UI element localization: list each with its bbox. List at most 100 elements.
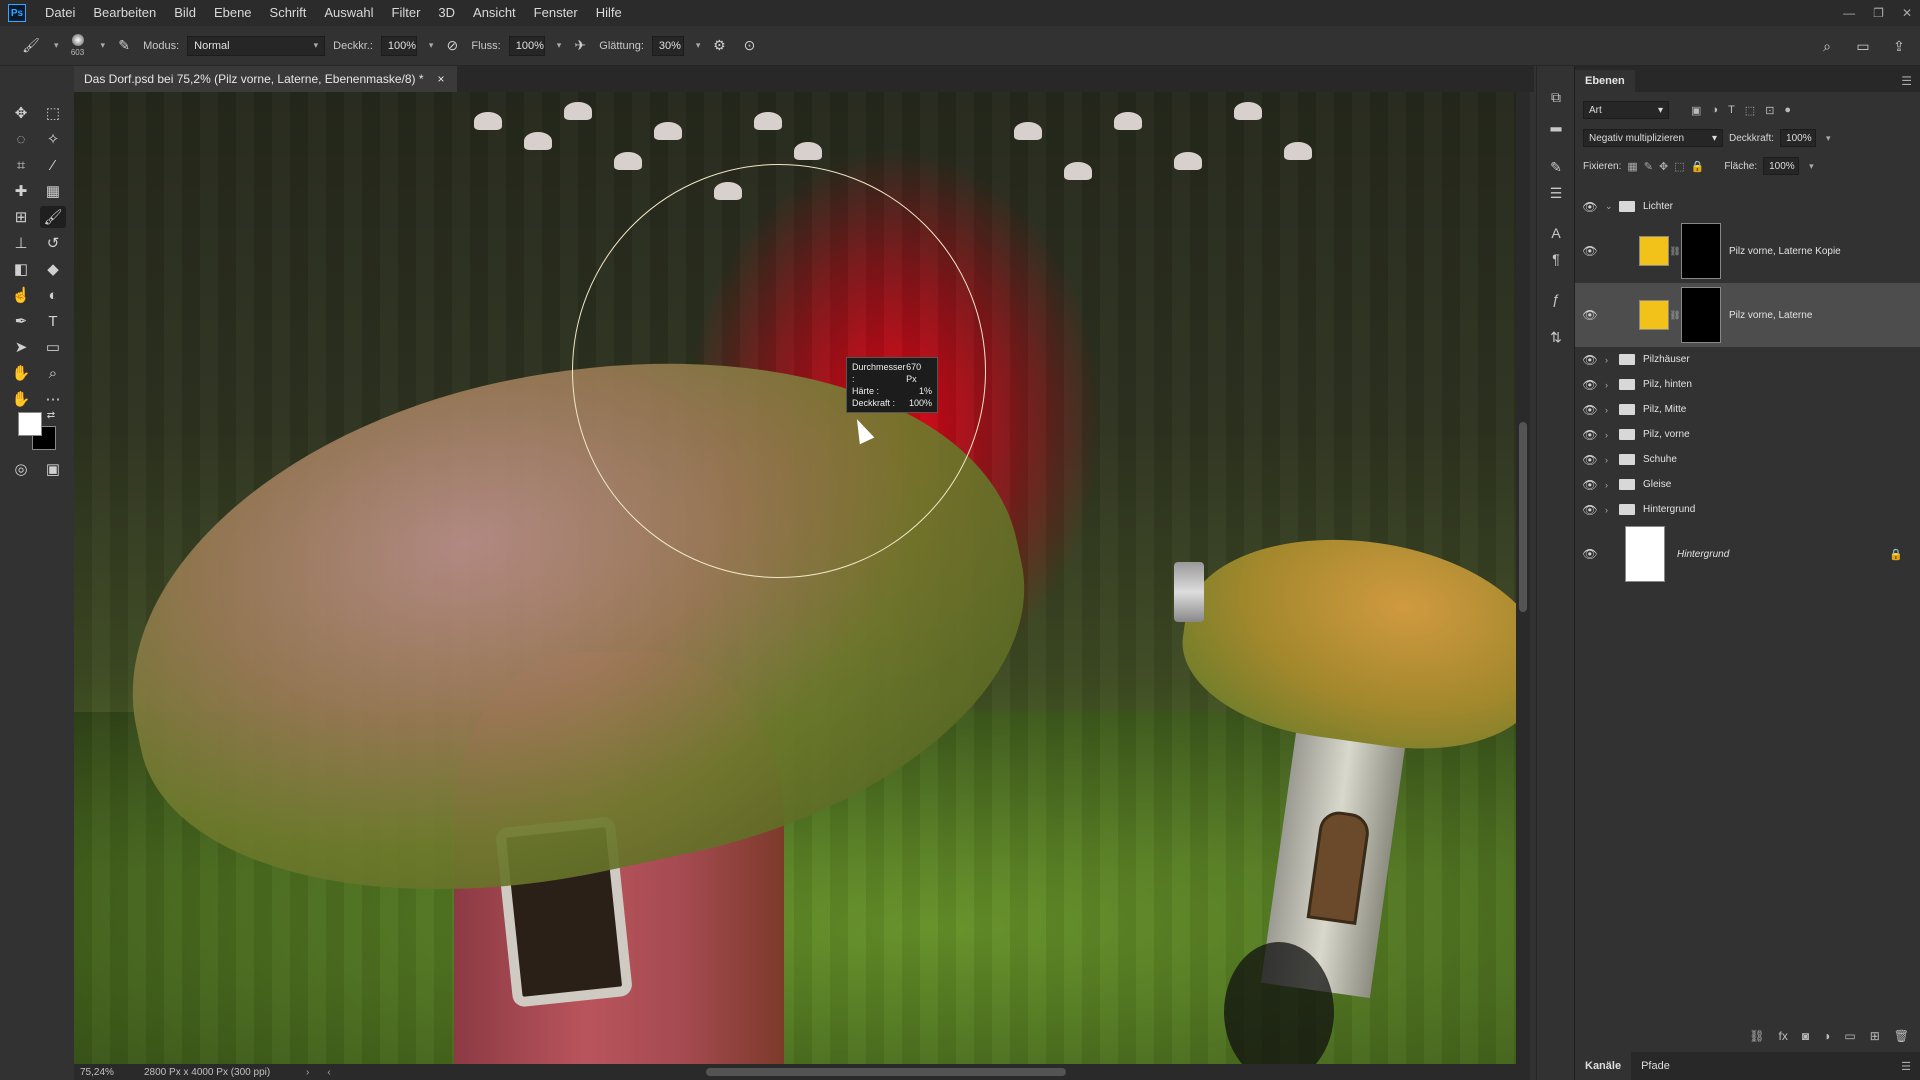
- workspace-icon[interactable]: ▭: [1852, 35, 1874, 57]
- history-brush-tool-icon[interactable]: ↺: [40, 232, 66, 254]
- flow-input[interactable]: 100%: [508, 35, 545, 56]
- expand-chevron-icon[interactable]: ›: [1605, 480, 1619, 490]
- smudge-tool-icon[interactable]: ☝: [8, 284, 34, 306]
- close-icon[interactable]: ✕: [1902, 6, 1912, 20]
- expand-chevron-icon[interactable]: ⌄: [1605, 201, 1619, 212]
- lasso-tool-icon[interactable]: ◌: [8, 128, 34, 150]
- close-tab-icon[interactable]: ×: [438, 72, 445, 86]
- histogram-icon[interactable]: ▂: [1543, 112, 1569, 134]
- expand-chevron-icon[interactable]: ›: [1605, 380, 1619, 390]
- layer-group-pilz-vorne[interactable]: 👁 › Pilz, vorne: [1575, 422, 1920, 447]
- properties-icon[interactable]: ⧉: [1543, 86, 1569, 108]
- layer-opacity-input[interactable]: 100%: [1780, 129, 1817, 147]
- visibility-eye-icon[interactable]: 👁: [1575, 308, 1605, 322]
- lock-position-icon[interactable]: ✥: [1659, 160, 1668, 173]
- pen-tool-icon[interactable]: ✒: [8, 310, 34, 332]
- vertical-scroll-thumb[interactable]: [1519, 422, 1527, 612]
- adjustment-layer-icon[interactable]: ◑: [1823, 1029, 1830, 1043]
- document-tab[interactable]: Das Dorf.psd bei 75,2% (Pilz vorne, Late…: [74, 66, 457, 92]
- libraries-icon[interactable]: ⇅: [1543, 326, 1569, 348]
- edit-toolbar-icon[interactable]: ✋: [8, 388, 34, 410]
- link-layers-icon[interactable]: ⛓: [1749, 1029, 1764, 1043]
- tab-pfade[interactable]: Pfade: [1631, 1060, 1680, 1072]
- layer-group-pilz-mitte[interactable]: 👁 › Pilz, Mitte: [1575, 397, 1920, 422]
- blend-mode-select[interactable]: Negativ multiplizieren ▾: [1583, 129, 1723, 147]
- menu-fenster[interactable]: Fenster: [525, 0, 587, 26]
- opacity-input[interactable]: 100%: [380, 35, 417, 56]
- visibility-eye-icon[interactable]: 👁: [1575, 503, 1605, 517]
- marquee-tool-icon[interactable]: ⬚: [40, 102, 66, 124]
- quick-mask-icon[interactable]: ◎: [8, 458, 34, 480]
- layer-group-hintergrund[interactable]: 👁 › Hintergrund: [1575, 497, 1920, 522]
- menu-filter[interactable]: Filter: [383, 0, 430, 26]
- brush-tool-icon[interactable]: 🖌: [40, 206, 66, 228]
- mask-link-icon[interactable]: ⛓: [1669, 246, 1681, 257]
- airbrush-icon[interactable]: ✈: [569, 35, 591, 57]
- filter-shape-icon[interactable]: ⬚: [1745, 104, 1755, 117]
- layer-style-icon[interactable]: fx: [1779, 1029, 1788, 1043]
- layer-opacity-chevron-icon[interactable]: ▾: [1826, 133, 1831, 144]
- menu-datei[interactable]: Datei: [36, 0, 84, 26]
- expand-chevron-icon[interactable]: ›: [1605, 355, 1619, 365]
- filter-toggle-icon[interactable]: ●: [1784, 104, 1791, 117]
- panel-menu-icon[interactable]: ☰: [1901, 74, 1912, 88]
- visibility-eye-icon[interactable]: 👁: [1575, 428, 1605, 442]
- brush-settings-panel-icon[interactable]: ✎: [1543, 156, 1569, 178]
- paragraph-icon[interactable]: ¶: [1543, 248, 1569, 270]
- tab-layers[interactable]: Ebenen: [1575, 70, 1635, 92]
- visibility-eye-icon[interactable]: 👁: [1575, 453, 1605, 467]
- lock-pixels-icon[interactable]: ✎: [1644, 160, 1653, 173]
- clone-stamp-tool-icon[interactable]: ⊥: [8, 232, 34, 254]
- menu-auswahl[interactable]: Auswahl: [315, 0, 382, 26]
- smoothing-chevron-icon[interactable]: ▾: [696, 40, 701, 51]
- vertical-scrollbar[interactable]: [1516, 92, 1530, 1064]
- styles-icon[interactable]: ƒ: [1543, 288, 1569, 310]
- layer-group-schuhe[interactable]: 👁 › Schuhe: [1575, 447, 1920, 472]
- expand-chevron-icon[interactable]: ›: [1605, 455, 1619, 465]
- layer-filter-select[interactable]: Art ▾: [1583, 101, 1669, 119]
- pressure-size-icon[interactable]: ⊙: [738, 35, 760, 57]
- layer-group-pilz-hinten[interactable]: 👁 › Pilz, hinten: [1575, 372, 1920, 397]
- hand-tool-icon[interactable]: ✋: [8, 362, 34, 384]
- spot-healing-tool-icon[interactable]: ✚: [8, 180, 34, 202]
- visibility-eye-icon[interactable]: 👁: [1575, 353, 1605, 367]
- menu-hilfe[interactable]: Hilfe: [587, 0, 631, 26]
- visibility-eye-icon[interactable]: 👁: [1575, 547, 1605, 561]
- layer-mask-thumbnail[interactable]: [1681, 287, 1721, 343]
- eraser-tool-icon[interactable]: ◧: [8, 258, 34, 280]
- mask-link-icon[interactable]: ⛓: [1669, 310, 1681, 321]
- add-mask-icon[interactable]: ◙: [1802, 1029, 1809, 1043]
- zoom-level[interactable]: 75,24%: [74, 1067, 136, 1078]
- brush-preset-chevron-icon[interactable]: ▾: [101, 40, 106, 51]
- character-icon[interactable]: A: [1543, 222, 1569, 244]
- new-group-icon[interactable]: ▭: [1844, 1029, 1855, 1043]
- tab-kanaele[interactable]: Kanäle: [1575, 1052, 1632, 1080]
- adjustments-icon[interactable]: ☰: [1543, 182, 1569, 204]
- filter-adjustment-icon[interactable]: ◑: [1711, 104, 1718, 117]
- move-tool-icon[interactable]: ✥: [8, 102, 34, 124]
- lock-transparency-icon[interactable]: ▦: [1627, 160, 1637, 173]
- document-canvas[interactable]: Durchmesser :670 Px Härte : 1% Deckkraft …: [74, 92, 1516, 1064]
- delete-layer-icon[interactable]: 🗑: [1894, 1029, 1909, 1043]
- scroll-left-icon[interactable]: ‹: [327, 1067, 330, 1078]
- rectangle-tool-icon[interactable]: ▭: [40, 336, 66, 358]
- dodge-tool-icon[interactable]: ◐: [40, 284, 66, 306]
- search-icon[interactable]: ⌕: [1816, 35, 1838, 57]
- visibility-eye-icon[interactable]: 👁: [1575, 403, 1605, 417]
- fill-input[interactable]: 100%: [1763, 157, 1800, 175]
- screen-mode-icon[interactable]: ▣: [40, 458, 66, 480]
- layer-pilz-vorne-laterne[interactable]: 👁 ⛓ Pilz vorne, Laterne: [1575, 283, 1920, 347]
- status-menu-chevron-icon[interactable]: ›: [306, 1067, 309, 1078]
- restore-icon[interactable]: ❐: [1873, 6, 1884, 20]
- tool-preset-chevron-icon[interactable]: ▾: [54, 40, 59, 51]
- visibility-eye-icon[interactable]: 👁: [1575, 200, 1605, 214]
- fill-chevron-icon[interactable]: ▾: [1809, 161, 1814, 172]
- path-selection-tool-icon[interactable]: ➤: [8, 336, 34, 358]
- panel-menu-icon[interactable]: ☰: [1901, 1060, 1911, 1073]
- pressure-opacity-icon[interactable]: ⊘: [441, 35, 463, 57]
- filter-pixel-icon[interactable]: ▣: [1691, 104, 1701, 117]
- zoom-tool-icon[interactable]: ⌕: [40, 362, 66, 384]
- visibility-eye-icon[interactable]: 👁: [1575, 378, 1605, 392]
- filter-smart-object-icon[interactable]: ⊡: [1765, 104, 1774, 117]
- visibility-eye-icon[interactable]: 👁: [1575, 478, 1605, 492]
